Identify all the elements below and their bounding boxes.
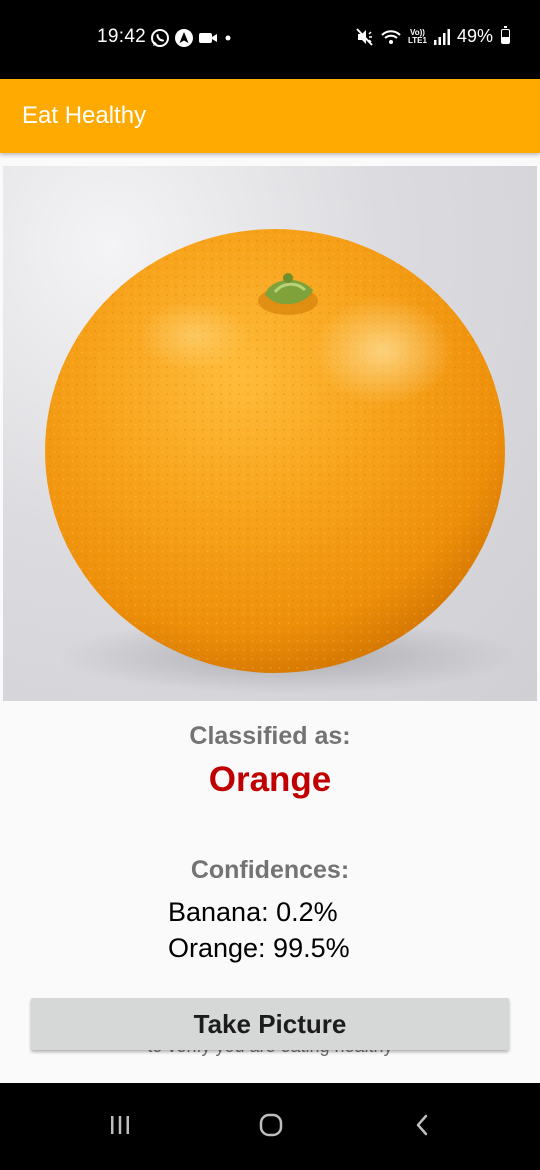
status-left-icons	[150, 27, 234, 49]
battery-fill	[502, 36, 509, 43]
confidence-line: Banana: 0.2%	[168, 897, 338, 927]
recents-icon	[111, 1116, 129, 1134]
battery-icon	[501, 26, 510, 44]
app-bar: Eat Healthy	[0, 79, 540, 153]
fruit-image	[3, 166, 537, 701]
home-icon	[259, 1113, 283, 1137]
app-title: Eat Healthy	[22, 102, 147, 129]
screen: 19:42 Vo)) LTE1 49% Eat Healthy Classifi…	[0, 0, 540, 1170]
signal-icon	[433, 28, 450, 45]
orange-illustration	[45, 229, 518, 694]
notification-dot-icon	[225, 35, 231, 41]
back-button[interactable]	[393, 1105, 453, 1145]
whatsapp-icon	[151, 29, 169, 47]
video-camera-icon	[199, 33, 217, 43]
confidences-label: Confidences:	[190, 856, 350, 884]
status-right-icons: Vo)) LTE1 49%	[356, 26, 510, 47]
volte-bottom: LTE1	[408, 35, 427, 45]
status-bar: 19:42 Vo)) LTE1 49%	[0, 0, 540, 79]
wifi-icon	[381, 29, 401, 44]
back-icon	[416, 1114, 428, 1136]
classified-label: Classified as:	[189, 722, 351, 750]
recents-button[interactable]	[90, 1105, 150, 1145]
volte-icon: Vo)) LTE1	[408, 28, 427, 45]
status-time: 19:42	[97, 26, 147, 47]
confidence-line: Orange: 99.5%	[168, 933, 350, 963]
mute-icon	[356, 27, 373, 46]
navigation-icon	[175, 29, 193, 47]
classified-value: Orange	[208, 760, 332, 799]
navigation-bar	[0, 1083, 540, 1170]
home-button[interactable]	[241, 1105, 301, 1145]
battery-percent: 49%	[456, 26, 493, 46]
take-picture-button[interactable]: Take Picture	[31, 998, 509, 1050]
